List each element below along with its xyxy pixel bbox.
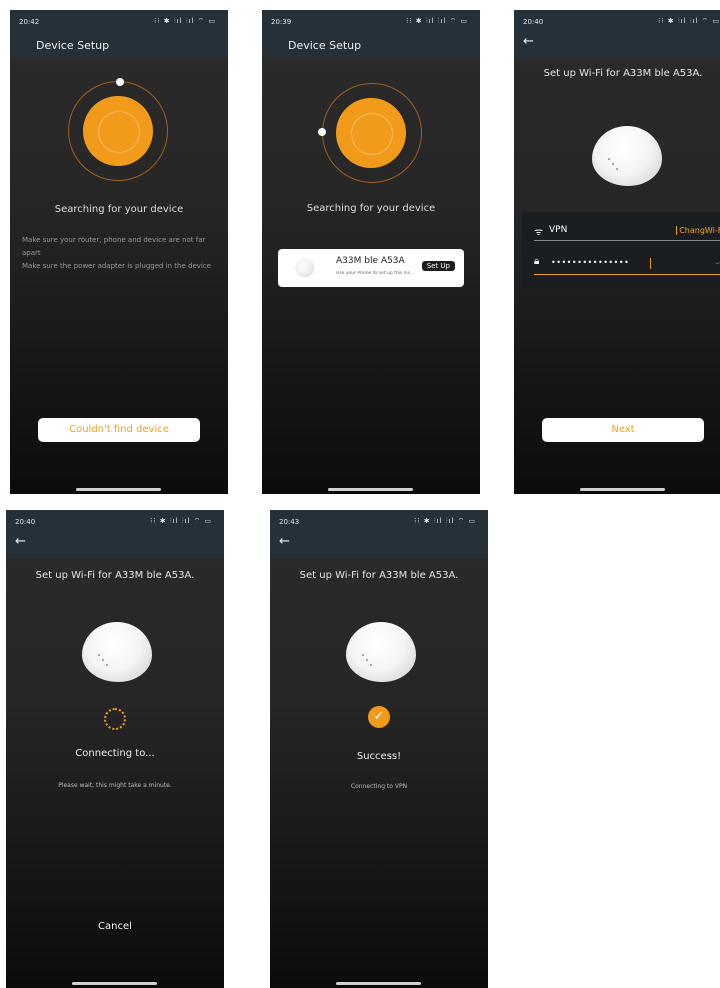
couldnt-find-device-button[interactable]: Couldn't find device [38, 418, 200, 442]
arrow-left-icon[interactable]: ← [15, 534, 26, 549]
home-indicator [76, 488, 161, 491]
password-input[interactable]: ••••••••••••••• [551, 258, 629, 267]
screen-wifi-setup: 20:40 ⁝⁝ ✱ ⫶ıl ⫶ıl ⌔ ▭ ← Set up Wi-Fi fo… [514, 10, 720, 494]
device-led-dot [362, 654, 364, 656]
success-subtext: Connecting to VPN [350, 783, 408, 790]
device-image [592, 126, 662, 186]
search-inner-ring [351, 113, 393, 155]
searching-heading: Searching for your device [54, 204, 184, 215]
connecting-subtext: Please wait, this might take a minute. [58, 782, 172, 789]
connecting-status: Connecting to... [75, 748, 155, 759]
ssid-underline [534, 240, 720, 241]
status-icons: ⁝⁝ ✱ ⫶ıl ⫶ıl ⌔ ▭ [414, 517, 476, 525]
device-led-dot [102, 659, 104, 661]
device-image [82, 622, 152, 682]
device-led-dot [366, 659, 368, 661]
home-indicator [336, 982, 421, 985]
device-led-dot [370, 664, 372, 666]
wifi-heading: Set up Wi-Fi for A33M ble A53A. [543, 68, 703, 79]
device-name: A33M ble A53A [336, 256, 405, 266]
wifi-heading: Set up Wi-Fi for A33M ble A53A. [299, 570, 459, 581]
arrow-left-icon[interactable]: ← [279, 534, 290, 549]
home-indicator [580, 488, 665, 491]
screen-success: 20:43 ⁝⁝ ✱ ⫶ıl ⫶ıl ⌔ ▭ ← Set up Wi-Fi fo… [270, 510, 488, 988]
status-time: 20:43 [279, 518, 300, 526]
status-icons: ⁝⁝ ✱ ⫶ıl ⫶ıl ⌔ ▭ [154, 17, 216, 25]
home-indicator [328, 488, 413, 491]
home-indicator [72, 982, 157, 985]
screen-searching: 20:42 ⁝⁝ ✱ ⫶ıl ⫶ıl ⌔ ▭ Device Setup Sear… [10, 10, 228, 494]
set-up-button[interactable]: Set Up [421, 261, 455, 271]
status-icons: ⁝⁝ ✱ ⫶ıl ⫶ıl ⌔ ▭ [150, 517, 212, 525]
next-button[interactable]: Next [542, 418, 704, 442]
checkmark-icon: ✓ [368, 706, 390, 728]
screen-connecting: 20:40 ⁝⁝ ✱ ⫶ıl ⫶ıl ⌔ ▭ ← Set up Wi-Fi fo… [6, 510, 224, 988]
device-card[interactable]: A33M ble A53A Use your Phone to set up t… [278, 249, 464, 287]
app-header: 20:39 ⁝⁝ ✱ ⫶ıl ⫶ıl ⌔ ▭ Device Setup [262, 10, 480, 58]
success-status: Success! [356, 751, 402, 762]
status-time: 20:40 [523, 18, 544, 26]
device-led-dot [608, 158, 610, 160]
search-inner-ring [98, 111, 140, 153]
orbit-dot [116, 78, 124, 86]
app-header: 20:40 ⁝⁝ ✱ ⫶ıl ⫶ıl ⌔ ▭ ← [514, 10, 720, 58]
arrow-left-icon[interactable]: ← [523, 34, 534, 49]
searching-heading: Searching for your device [306, 203, 436, 214]
device-subtitle: Use your Phone to set up this A3... [336, 271, 415, 276]
wifi-label: VPN [549, 225, 568, 235]
app-header: 20:40 ⁝⁝ ✱ ⫶ıl ⫶ıl ⌔ ▭ ← [6, 510, 224, 558]
wifi-form: ᯤ VPN ChangWi-Fi 🔒︎ ••••••••••••••• ⌣ [522, 212, 720, 288]
device-led-dot [106, 664, 108, 666]
screen-device-found: 20:39 ⁝⁝ ✱ ⫶ıl ⫶ıl ⌔ ▭ Device Setup Sear… [262, 10, 480, 494]
status-time: 20:42 [19, 18, 40, 26]
status-time: 20:40 [15, 518, 36, 526]
cancel-button[interactable]: Cancel [6, 921, 224, 932]
page-title: Device Setup [36, 39, 110, 52]
eye-hidden-icon[interactable]: ⌣ [715, 259, 720, 268]
device-thumbnail-icon [296, 259, 314, 277]
app-header: 20:42 ⁝⁝ ✱ ⫶ıl ⫶ıl ⌔ ▭ Device Setup [10, 10, 228, 58]
wifi-icon: ᯤ [534, 227, 544, 238]
status-icons: ⁝⁝ ✱ ⫶ıl ⫶ıl ⌔ ▭ [658, 17, 720, 25]
status-time: 20:39 [271, 18, 292, 26]
tips-list: Make sure your router, phone and device … [22, 234, 218, 273]
status-icons: ⁝⁝ ✱ ⫶ıl ⫶ıl ⌔ ▭ [406, 17, 468, 25]
app-header: 20:43 ⁝⁝ ✱ ⫶ıl ⫶ıl ⌔ ▭ ← [270, 510, 488, 558]
lock-icon: 🔒︎ [534, 256, 540, 267]
device-led-dot [98, 654, 100, 656]
tip-distance: Make sure your router, phone and device … [22, 236, 206, 257]
orbit-dot [318, 128, 326, 136]
device-image [346, 622, 416, 682]
loading-spinner-icon [104, 708, 126, 730]
password-underline [534, 274, 720, 275]
page-title: Device Setup [288, 39, 362, 52]
text-cursor [650, 258, 651, 269]
ssid-input[interactable]: ChangWi-Fi [676, 226, 720, 235]
device-led-dot [616, 168, 618, 170]
wifi-heading: Set up Wi-Fi for A33M ble A53A. [35, 570, 195, 581]
device-led-dot [612, 163, 614, 165]
tip-power: Make sure the power adapter is plugged i… [22, 262, 212, 270]
